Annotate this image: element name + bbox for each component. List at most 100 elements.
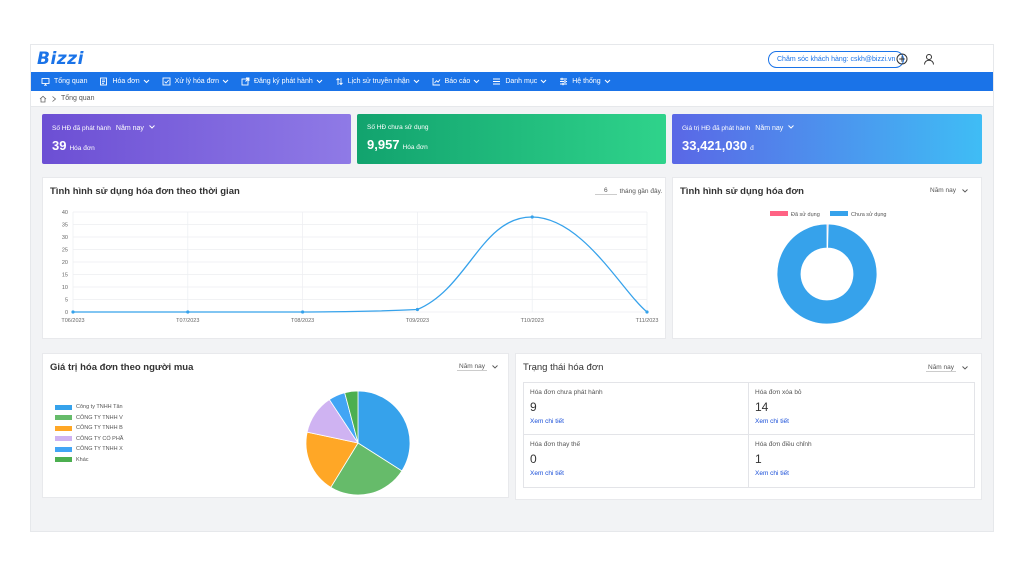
usage-over-time-card: Tình hình sử dụng hóa đơn theo thời gian… xyxy=(42,177,666,339)
stat-label: Số HĐ chưa sử dụng xyxy=(367,124,429,131)
status-cell-0: Hóa đơn chưa phát hành 9 Xem chi tiết xyxy=(524,383,749,435)
y-tick-label: 30 xyxy=(62,235,68,241)
chart-icon xyxy=(432,78,440,86)
data-point[interactable] xyxy=(530,215,534,219)
card-title: Giá trị hóa đơn theo người mua xyxy=(50,362,194,373)
nav-item-label: Hóa đơn xyxy=(112,78,140,85)
status-label: Hóa đơn điều chỉnh xyxy=(755,441,812,448)
stat-unit: Hóa đơn xyxy=(69,145,95,152)
legend-item[interactable]: Khác xyxy=(55,457,123,463)
brand-logo[interactable]: Bizzi xyxy=(37,49,84,69)
nav-item-1[interactable]: Hóa đơn xyxy=(99,77,150,86)
status-cell-3: Hóa đơn điều chỉnh 1 Xem chi tiết xyxy=(749,435,974,487)
data-point[interactable] xyxy=(186,310,190,314)
settings-icon xyxy=(560,77,568,86)
nav-item-7[interactable]: Hệ thống xyxy=(559,77,610,86)
invoice-status-card: Trạng thái hóa đơn Năm nay Hóa đơn chưa … xyxy=(515,353,982,500)
chevron-down-icon xyxy=(149,125,155,129)
status-cell-2: Hóa đơn thay thế 0 Xem chi tiết xyxy=(524,435,749,487)
x-tick-label: T06/2023 xyxy=(61,318,84,324)
period-select[interactable]: Năm nay xyxy=(930,187,969,194)
usage-line-chart: 0 5 10 15 20 25 30 35 40 T06/2023 T07/2023 T08/2023… xyxy=(61,210,659,324)
app-window: Bizzi Chăm sóc khách hàng: cskh@bizzi.vn… xyxy=(30,44,994,532)
user-icon[interactable] xyxy=(922,52,935,65)
legend-swatch xyxy=(770,211,788,216)
usage-donut-chart: Đã sử dụng Chưa sử dụng xyxy=(770,211,887,325)
donut-slice-1[interactable] xyxy=(776,223,878,325)
x-tick-label: T11/2023 xyxy=(636,318,659,324)
legend-item[interactable]: CÔNG TY TNHH X xyxy=(55,446,123,452)
nav-item-2[interactable]: Xử lý hóa đơn xyxy=(162,77,229,86)
chevron-down-icon xyxy=(540,79,547,84)
nav-item-5[interactable]: Báo cáo xyxy=(432,77,481,86)
chevron-down-icon xyxy=(413,79,419,84)
nav-item-0[interactable]: Tổng quan xyxy=(41,77,87,86)
stat-period-value: Năm nay xyxy=(755,125,784,132)
period-select[interactable]: Năm nay xyxy=(926,364,969,372)
transfer-icon xyxy=(335,77,343,86)
nav-item-3[interactable]: Đăng ký phát hành xyxy=(241,77,323,86)
stat-unit: Hóa đơn xyxy=(402,144,428,151)
buyer-legend: Công ty TNHH Tân CÔNG TY TNHH V CÔNG TY TN… xyxy=(55,404,123,467)
legend-label: Chưa sử dụng xyxy=(851,211,887,218)
legend-swatch xyxy=(55,415,72,420)
checkbox-icon xyxy=(162,77,171,86)
add-circle-icon[interactable] xyxy=(895,52,908,65)
x-tick-label: T07/2023 xyxy=(176,318,199,324)
legend-swatch xyxy=(55,436,72,441)
legend-item[interactable]: Công ty TNHH Tân xyxy=(55,404,123,410)
data-point[interactable] xyxy=(71,310,75,314)
stat-label: Số HĐ đã phát hành xyxy=(52,124,111,132)
card-title: Tình hình sử dụng hóa đơn theo thời gian xyxy=(50,186,240,197)
stat-card-2: Giá trị HĐ đã phát hành Năm nay 33,421,030… xyxy=(672,114,982,164)
period-select[interactable]: Năm nay xyxy=(457,363,499,371)
view-detail-link[interactable]: Xem chi tiết xyxy=(530,470,742,477)
nav-item-label: Xử lý hóa đơn xyxy=(174,78,219,85)
stat-value: 39 xyxy=(52,138,67,153)
legend-swatch xyxy=(55,457,72,462)
monitor-icon xyxy=(41,78,50,86)
stat-period-select[interactable]: Năm nay xyxy=(116,124,156,132)
nav-item-label: Đăng ký phát hành xyxy=(253,78,313,85)
legend-item[interactable]: CÔNG TY TNHH V xyxy=(55,415,123,421)
list-icon xyxy=(493,78,501,85)
stat-value: 9,957 xyxy=(367,137,400,152)
breadcrumb: Tổng quan xyxy=(31,91,993,107)
chevron-down-icon xyxy=(473,79,480,84)
view-detail-link[interactable]: Xem chi tiết xyxy=(755,470,968,477)
legend-label: Công ty TNHH Tân xyxy=(76,404,123,410)
y-tick-label: 40 xyxy=(62,210,68,216)
nav-item-label: Tổng quan xyxy=(54,78,88,85)
data-point[interactable] xyxy=(301,310,305,314)
buyer-value-card: Giá trị hóa đơn theo người mua Năm nay C… xyxy=(42,353,509,498)
months-input[interactable]: 6 xyxy=(595,187,617,195)
top-bar: Bizzi Chăm sóc khách hàng: cskh@bizzi.vn xyxy=(31,45,993,72)
x-tick-label: T09/2023 xyxy=(406,318,429,324)
legend-swatch xyxy=(830,211,848,216)
period-value: Năm nay xyxy=(930,187,957,194)
nav-item-label: Hệ thống xyxy=(572,78,601,85)
x-tick-label: T10/2023 xyxy=(521,318,544,324)
legend-item[interactable]: CÔNG TY TNHH B xyxy=(55,425,123,431)
breadcrumb-current: Tổng quan xyxy=(61,95,95,102)
view-detail-link[interactable]: Xem chi tiết xyxy=(755,418,968,425)
legend-label: Đã sử dụng xyxy=(791,211,820,218)
chevron-down-icon xyxy=(143,79,150,84)
months-suffix: tháng gần đây. xyxy=(619,187,663,195)
card-title: Trạng thái hóa đơn xyxy=(523,362,604,373)
status-label: Hóa đơn chưa phát hành xyxy=(530,389,603,396)
status-value: 1 xyxy=(755,452,762,466)
chevron-right-icon xyxy=(52,95,57,102)
nav-item-4[interactable]: Lịch sử truyền nhận xyxy=(335,77,420,86)
view-detail-link[interactable]: Xem chi tiết xyxy=(530,418,742,425)
legend-item[interactable]: CÔNG TY CỔ PHẦ xyxy=(55,436,123,442)
nav-item-6[interactable]: Danh mục xyxy=(492,77,547,86)
support-contact-button[interactable]: Chăm sóc khách hàng: cskh@bizzi.vn xyxy=(768,51,905,68)
chevron-down-icon xyxy=(604,79,610,84)
stat-period-select[interactable]: Năm nay xyxy=(755,124,795,132)
data-point[interactable] xyxy=(415,307,419,312)
nav-item-label: Lịch sử truyền nhận xyxy=(347,78,410,85)
card-title: Tình hình sử dụng hóa đơn xyxy=(680,186,804,197)
data-point[interactable] xyxy=(645,310,649,314)
home-icon[interactable] xyxy=(39,95,47,103)
